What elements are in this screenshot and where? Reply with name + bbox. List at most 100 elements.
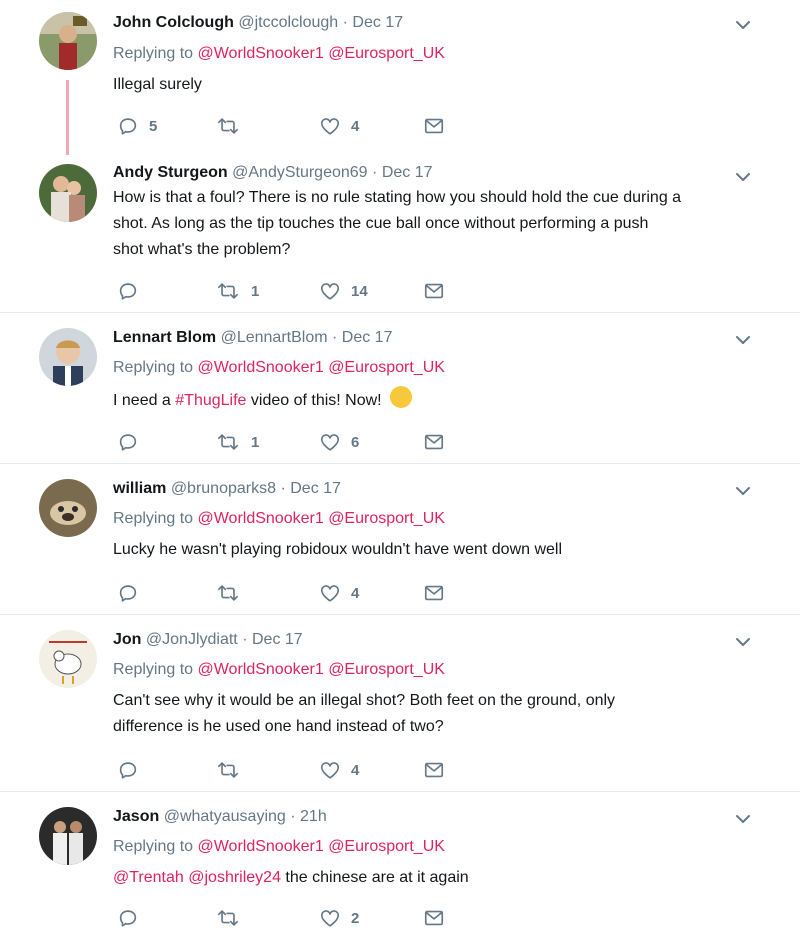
tweet-2[interactable]: Andy Sturgeon @AndySturgeon69 · Dec 17 H… [0,160,800,313]
avatar[interactable] [39,164,97,222]
retweet-button[interactable] [215,758,251,782]
like-count: 4 [351,761,360,779]
reply-button[interactable] [117,279,149,303]
mention-link[interactable]: @WorldSnooker1 [198,359,324,376]
display-name[interactable]: Jason [113,808,159,825]
mention-link[interactable]: @Eurosport_UK [328,45,445,62]
user-handle[interactable]: @jtccolclough [238,14,338,31]
chevron-down-icon[interactable] [734,168,752,186]
display-name[interactable]: Lennart Blom [113,329,216,346]
chevron-down-icon[interactable] [734,482,752,500]
mention-link[interactable]: @Eurosport_UK [328,838,445,855]
user-handle[interactable]: @brunoparks8 [171,480,276,497]
reply-icon [117,907,139,929]
avatar[interactable] [39,328,97,386]
replying-to: Replying to @WorldSnooker1 @Eurosport_UK [113,508,445,530]
reply-button[interactable] [117,430,149,454]
reply-button[interactable] [117,581,149,605]
like-button[interactable]: 4 [319,581,359,605]
like-button[interactable]: 4 [319,114,359,138]
chevron-down-icon[interactable] [734,16,752,34]
reply-icon [117,759,139,781]
timestamp[interactable]: Dec 17 [290,480,341,497]
tweet-6[interactable]: Jason @whatyausaying · 21h Replying to @… [0,792,800,934]
retweet-button[interactable]: 1 [215,279,259,303]
display-name[interactable]: william [113,480,166,497]
replying-to: Replying to @WorldSnooker1 @Eurosport_UK [113,836,445,858]
timestamp[interactable]: Dec 17 [352,14,403,31]
mention-link[interactable]: @WorldSnooker1 [198,45,324,62]
direct-message-button[interactable] [423,430,445,454]
avatar[interactable] [39,807,97,865]
tears-of-joy-emoji: 😂 [390,386,413,408]
display-name[interactable]: Andy Sturgeon [113,164,228,181]
replying-to-label: Replying to [113,838,194,855]
timestamp[interactable]: 21h [300,808,327,825]
direct-message-button[interactable] [423,279,445,303]
hashtag-link[interactable]: #ThugLife [175,392,246,409]
like-count: 6 [351,433,360,451]
avatar[interactable] [39,479,97,537]
direct-message-button[interactable] [423,758,445,782]
user-handle[interactable]: @JonJlydiatt [146,631,238,648]
like-button[interactable]: 4 [319,758,359,782]
tweet-text: Lucky he wasn't playing robidoux wouldn'… [113,541,563,558]
tweet-text-line: difference is he used one hand instead o… [113,718,444,735]
user-handle[interactable]: @LennartBlom [221,329,328,346]
display-name[interactable]: Jon [113,631,141,648]
tweet-4[interactable]: william @brunoparks8 · Dec 17 Replying t… [0,464,800,615]
avatar[interactable] [39,12,97,70]
retweet-button[interactable] [215,114,251,138]
direct-message-button[interactable] [423,581,445,605]
avatar[interactable] [39,630,97,688]
chevron-down-icon[interactable] [734,331,752,349]
timestamp[interactable]: Dec 17 [382,164,433,181]
tweet-text-line: shot. As long as the tip touches the cue… [113,215,649,232]
direct-message-button[interactable] [423,906,445,930]
mention-link[interactable]: @WorldSnooker1 [198,661,324,678]
retweet-button[interactable] [215,581,251,605]
tweet-3[interactable]: Lennart Blom @LennartBlom · Dec 17 Reply… [0,313,800,464]
chevron-down-icon[interactable] [734,633,752,651]
tweet-text: I need a #ThugLife video of this! Now! 😂 [113,386,763,414]
tweet-actions: 5 4 [113,114,453,138]
mention-link[interactable]: @WorldSnooker1 [198,838,324,855]
timestamp[interactable]: Dec 17 [252,631,303,648]
tweet-header: Lennart Blom @LennartBlom · Dec 17 [113,327,392,349]
tweet-1[interactable]: John Colclough @jtccolclough · Dec 17 Re… [0,0,800,160]
display-name[interactable]: John Colclough [113,14,234,31]
user-handle[interactable]: @whatyausaying [164,808,286,825]
retweet-icon [215,582,241,604]
like-button[interactable]: 6 [319,430,359,454]
envelope-icon [423,431,445,453]
replying-to-label: Replying to [113,661,194,678]
like-button[interactable]: 2 [319,906,359,930]
chevron-down-icon[interactable] [734,810,752,828]
heart-icon [319,280,341,302]
reply-button[interactable] [117,906,149,930]
reply-button[interactable]: 5 [117,114,157,138]
tweet-text-line: Can't see why it would be an illegal sho… [113,692,616,709]
timestamp[interactable]: Dec 17 [342,329,393,346]
mention-link[interactable]: @Eurosport_UK [328,359,445,376]
envelope-icon [423,582,445,604]
reply-button[interactable] [117,758,149,782]
mention-link[interactable]: @WorldSnooker1 [198,510,324,527]
tweet-5[interactable]: Jon @JonJlydiatt · Dec 17 Replying to @W… [0,615,800,792]
user-handle[interactable]: @AndySturgeon69 [232,164,367,181]
mention-link[interactable]: @Eurosport_UK [328,661,445,678]
direct-message-button[interactable] [423,114,445,138]
like-count: 2 [351,909,360,927]
replying-to: Replying to @WorldSnooker1 @Eurosport_UK [113,43,445,65]
retweet-button[interactable]: 1 [215,430,259,454]
replying-to-label: Replying to [113,359,194,376]
retweet-icon [215,431,241,453]
mention-link[interactable]: @Eurosport_UK [328,510,445,527]
mention-link[interactable]: @joshriley24 [188,869,281,886]
tweet-header: Andy Sturgeon @AndySturgeon69 · Dec 17 [113,162,433,184]
tweet-text-segment: the chinese are at it again [280,869,469,886]
mention-link[interactable]: @Trentah [113,869,184,886]
retweet-button[interactable] [215,906,251,930]
like-button[interactable]: 14 [319,279,368,303]
retweet-icon [215,907,241,929]
